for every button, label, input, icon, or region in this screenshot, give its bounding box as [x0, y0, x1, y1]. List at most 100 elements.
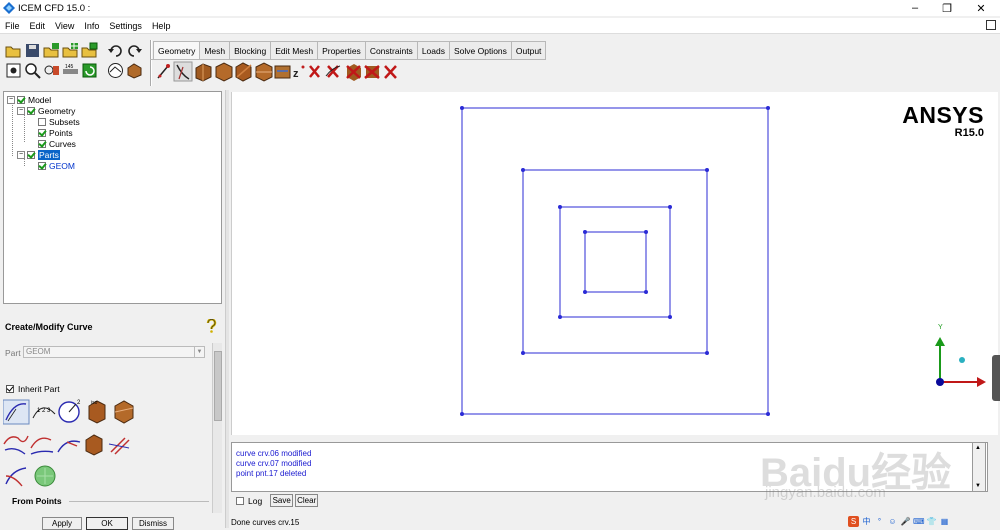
tab-mesh[interactable]: Mesh: [199, 41, 231, 60]
scroll-up-icon[interactable]: ▲: [975, 445, 981, 451]
open-geometry-icon[interactable]: [43, 42, 60, 59]
geometry-point[interactable]: [644, 290, 648, 294]
visibility-checkbox[interactable]: [38, 161, 46, 170]
menu-settings[interactable]: Settings: [104, 21, 147, 31]
tab-properties[interactable]: Properties: [317, 41, 366, 60]
square-curve-3[interactable]: [559, 206, 671, 318]
save-icon[interactable]: [24, 42, 41, 59]
tree-node-points[interactable]: Points: [38, 127, 73, 138]
keyboard-icon[interactable]: ⌨: [913, 516, 925, 527]
delete-point-icon[interactable]: z: [293, 65, 305, 81]
tab-blocking[interactable]: Blocking: [229, 41, 272, 60]
geometry-point[interactable]: [521, 351, 525, 355]
chinese-input-icon[interactable]: 中: [861, 516, 872, 527]
open-folder-icon[interactable]: [5, 42, 22, 59]
inherit-part-checkbox[interactable]: Inherit Part: [6, 384, 60, 394]
create-body-icon[interactable]: [215, 62, 233, 82]
scrollbar-thumb[interactable]: [214, 351, 222, 421]
geometry-point[interactable]: [521, 168, 525, 172]
restore-dormant-icon[interactable]: [274, 65, 291, 79]
open-blocking-icon[interactable]: [81, 42, 98, 59]
apply-button[interactable]: Apply: [42, 517, 82, 530]
undo-icon[interactable]: [107, 42, 124, 59]
microphone-icon[interactable]: 🎤: [900, 516, 911, 527]
visibility-checkbox[interactable]: [27, 106, 35, 115]
dismiss-button[interactable]: Dismiss: [132, 517, 174, 530]
skin-icon[interactable]: 👕: [926, 516, 937, 527]
segment-curve-icon[interactable]: [30, 437, 54, 455]
panel-scrollbar[interactable]: [212, 343, 222, 513]
panel-splitter[interactable]: [225, 90, 229, 528]
tree-node-parts[interactable]: − Parts: [17, 149, 60, 160]
delete-geometry-icon[interactable]: [384, 65, 397, 79]
tree-node-curves[interactable]: Curves: [38, 138, 76, 149]
geometry-canvas[interactable]: Y: [232, 92, 999, 435]
delete-surface-icon[interactable]: [325, 65, 341, 78]
menu-file[interactable]: File: [0, 21, 25, 31]
extract-edge-icon[interactable]: [85, 434, 103, 456]
geometry-point[interactable]: [705, 351, 709, 355]
geometry-point[interactable]: [668, 315, 672, 319]
create-point-icon[interactable]: [157, 64, 170, 79]
collapse-toggle-icon[interactable]: −: [17, 106, 25, 115]
surface-parameter-icon[interactable]: iso: [88, 400, 106, 424]
tab-constraints[interactable]: Constraints: [364, 41, 418, 60]
tree-node-subsets[interactable]: Subsets: [38, 116, 80, 127]
tab-solve-options[interactable]: Solve Options: [448, 41, 512, 60]
circle-from-center-icon[interactable]: 2: [58, 400, 81, 423]
graphics-viewport[interactable]: Y ANSYS R15.0: [231, 92, 998, 435]
geometry-point[interactable]: [668, 205, 672, 209]
solid-display-icon[interactable]: [107, 62, 124, 79]
repair-geometry-icon[interactable]: [235, 62, 252, 82]
collapse-toggle-icon[interactable]: −: [7, 95, 15, 104]
geometry-point[interactable]: [766, 412, 770, 416]
menu-view[interactable]: View: [50, 21, 79, 31]
sogou-ime-icon[interactable]: S: [848, 515, 859, 527]
sphere-curve-icon[interactable]: [34, 465, 56, 487]
geometry-point[interactable]: [460, 106, 464, 110]
refresh-icon[interactable]: [81, 62, 98, 79]
part-select[interactable]: GEOM ▼: [23, 346, 205, 358]
square-curve-4[interactable]: [584, 231, 647, 293]
concatenate-curve-icon[interactable]: [57, 440, 81, 453]
help-icon[interactable]: [206, 319, 217, 333]
tab-geometry[interactable]: Geometry: [153, 41, 201, 60]
create-surface-icon[interactable]: [195, 63, 212, 82]
menu-info[interactable]: Info: [79, 21, 104, 31]
distance-icon[interactable]: 145: [62, 62, 79, 79]
restore-subwindow-icon[interactable]: [986, 20, 996, 30]
geometry-point[interactable]: [644, 230, 648, 234]
log-scrollbar[interactable]: ▲ ▼: [972, 442, 986, 492]
chevron-down-icon[interactable]: ▼: [194, 347, 204, 357]
create-curve-icon[interactable]: [173, 61, 193, 82]
geometry-point[interactable]: [705, 168, 709, 172]
midline-icon[interactable]: [108, 437, 130, 455]
delete-curve-icon[interactable]: [309, 65, 320, 78]
geometry-point[interactable]: [583, 290, 587, 294]
tab-loads[interactable]: Loads: [416, 41, 450, 60]
clear-log-button[interactable]: Clear: [295, 494, 319, 507]
zoom-icon[interactable]: [24, 62, 41, 79]
toolbox-icon[interactable]: ▦: [939, 516, 950, 527]
geometry-point[interactable]: [460, 412, 464, 416]
close-button[interactable]: ✕: [966, 0, 996, 16]
project-curve-icon[interactable]: [3, 435, 29, 455]
save-log-button[interactable]: Save: [270, 494, 294, 507]
fit-window-icon[interactable]: [5, 62, 22, 79]
geometry-point[interactable]: [558, 315, 562, 319]
square-curve-1[interactable]: [461, 107, 769, 415]
open-mesh-icon[interactable]: [62, 42, 79, 59]
emoji-icon[interactable]: ☺: [887, 516, 898, 527]
measure-icon[interactable]: [43, 62, 60, 79]
menu-help[interactable]: Help: [147, 21, 176, 31]
minimize-button[interactable]: –: [900, 0, 930, 16]
visibility-checkbox[interactable]: [38, 139, 46, 148]
restore-button[interactable]: ❐: [932, 0, 962, 16]
menu-edit[interactable]: Edit: [25, 21, 51, 31]
geometry-point[interactable]: [558, 205, 562, 209]
arc-from-points-icon[interactable]: 1 2 3: [32, 407, 56, 419]
redo-icon[interactable]: [126, 42, 143, 59]
surface-intersection-icon[interactable]: [114, 400, 134, 424]
tab-edit-mesh[interactable]: Edit Mesh: [270, 41, 319, 60]
tree-node-model[interactable]: − Model: [7, 94, 51, 105]
